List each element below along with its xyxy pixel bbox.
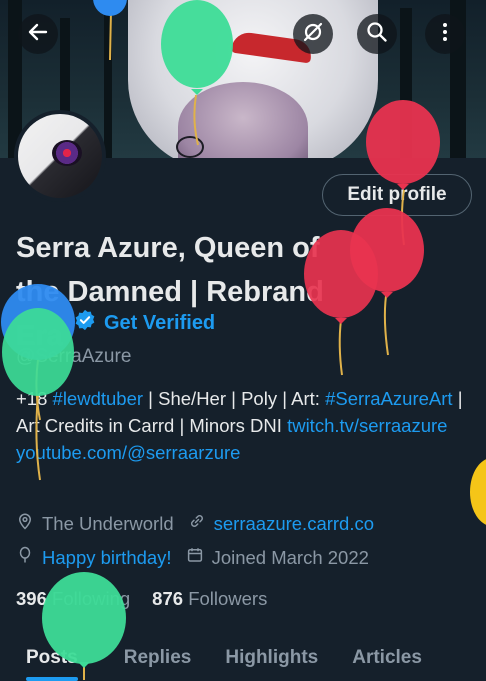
banner-tree — [104, 8, 112, 158]
display-name-line: the Damned | Rebrand — [16, 276, 324, 308]
bio: +18 #lewdtuber | She/Her | Poly | Art: #… — [16, 385, 476, 466]
website[interactable]: serraazure.carrd.co — [188, 512, 374, 535]
joined-label: Joined March 2022 — [211, 546, 369, 568]
get-verified-label: Get Verified — [104, 311, 216, 334]
location-label: The Underworld — [42, 512, 174, 534]
more-button[interactable] — [425, 14, 465, 54]
handle: @SerraAzure — [16, 346, 132, 367]
bio-text: +18 — [16, 388, 53, 409]
balloon — [470, 459, 486, 525]
tab-posts[interactable]: Posts — [26, 647, 94, 681]
search-icon — [365, 20, 389, 49]
tab-articles[interactable]: Articles — [352, 647, 438, 669]
balloon-icon — [16, 546, 34, 569]
back-button[interactable] — [18, 14, 58, 54]
location-pin-icon — [16, 512, 34, 535]
following-stat[interactable]: 396 Following — [16, 588, 130, 610]
following-label: Following — [52, 588, 131, 609]
edit-profile-label: Edit profile — [347, 184, 447, 205]
banner-glasses — [176, 136, 204, 158]
birthday[interactable]: Happy birthday! — [16, 546, 172, 569]
banner-tree — [400, 8, 412, 158]
avatar[interactable] — [14, 110, 106, 202]
avatar-image — [18, 114, 102, 198]
followers-label: Followers — [188, 588, 268, 609]
verified-badge-icon — [74, 309, 96, 337]
youtube-link[interactable]: youtube.com/@serraarzure — [16, 442, 240, 463]
joined: Joined March 2022 — [186, 546, 369, 569]
birthday-label[interactable]: Happy birthday! — [42, 547, 172, 569]
location: The Underworld — [16, 512, 174, 535]
follow-stats: 396 Following 876 Followers — [16, 588, 267, 610]
hashtag-link[interactable]: #SerraAzureArt — [325, 388, 453, 409]
more-vertical-icon — [433, 20, 457, 49]
website-link[interactable]: serraazure.carrd.co — [214, 513, 374, 535]
twitch-link[interactable]: twitch.tv/serraazure — [287, 415, 447, 436]
tab-replies[interactable]: Replies — [124, 647, 208, 669]
tab-highlights[interactable]: Highlights — [225, 647, 334, 669]
link-icon — [188, 512, 206, 535]
followers-stat[interactable]: 876 Followers — [152, 588, 267, 610]
hide-button[interactable] — [293, 14, 333, 54]
display-name: Serra Azure, Queen of the Damned | Rebra… — [16, 226, 476, 358]
profile-meta-row: The Underworld serraazure.carrd.co — [16, 512, 388, 535]
profile-meta-row: Happy birthday! Joined March 2022 — [16, 546, 383, 569]
profile-tabs: Posts Replies Highlights Articles — [0, 636, 486, 681]
following-count: 396 — [16, 588, 47, 609]
arrow-left-icon — [26, 20, 50, 49]
bio-text: | She/Her | Poly | Art: — [143, 388, 326, 409]
calendar-icon — [186, 546, 204, 569]
followers-count: 876 — [152, 588, 184, 609]
display-name-line: Serra Azure, Queen of — [16, 232, 320, 264]
get-verified-link[interactable]: Get Verified — [74, 309, 215, 337]
hashtag-link[interactable]: #lewdtuber — [53, 388, 144, 409]
edit-profile-button[interactable]: Edit profile — [322, 174, 472, 216]
eye-off-icon — [301, 20, 325, 49]
search-button[interactable] — [357, 14, 397, 54]
avatar-eye — [52, 140, 82, 166]
